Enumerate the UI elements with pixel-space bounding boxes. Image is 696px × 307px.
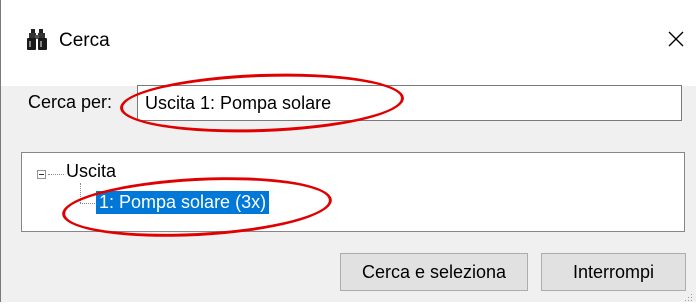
window-title: Cerca bbox=[59, 30, 110, 51]
tree-connector bbox=[80, 183, 81, 203]
tree-node-pompa-solare[interactable]: 1: Pompa solare (3x) bbox=[96, 191, 270, 214]
results-tree[interactable]: Uscita 1: Pompa solare (3x) bbox=[21, 152, 685, 232]
tree-connector bbox=[48, 174, 64, 175]
title-bar: Cerca bbox=[1, 0, 696, 86]
stop-button[interactable]: Interrompi bbox=[541, 253, 686, 291]
close-icon bbox=[668, 31, 684, 52]
resize-grip[interactable] bbox=[683, 289, 693, 301]
search-label: Cerca per: bbox=[28, 92, 113, 112]
search-select-button[interactable]: Cerca e seleziona bbox=[340, 253, 528, 291]
close-button[interactable] bbox=[656, 20, 696, 62]
search-input[interactable] bbox=[137, 85, 682, 121]
tree-node-uscita[interactable]: Uscita bbox=[66, 161, 116, 182]
binoculars-icon bbox=[27, 29, 47, 51]
tree-connector bbox=[80, 203, 95, 204]
collapse-toggle[interactable] bbox=[37, 170, 46, 179]
search-dialog: Cerca Cerca per: Uscita 1: Pompa solare … bbox=[0, 0, 696, 302]
